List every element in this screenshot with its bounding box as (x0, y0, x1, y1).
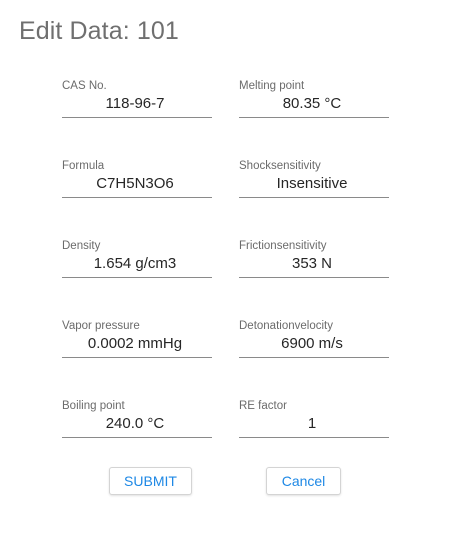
shocksensitivity-input[interactable] (239, 173, 385, 193)
density-field: Density (62, 239, 212, 278)
vapor-pressure-input[interactable] (62, 333, 208, 353)
detonationvelocity-label: Detonationvelocity (239, 320, 333, 332)
melting-point-label: Melting point (239, 80, 305, 92)
re-factor-label: RE factor (239, 400, 287, 412)
frictionsensitivity-field: Frictionsensitivity (239, 239, 389, 278)
formula-label: Formula (62, 160, 105, 172)
cas-no-field: CAS No. (62, 79, 212, 118)
re-factor-input[interactable] (239, 413, 385, 433)
frictionsensitivity-input[interactable] (239, 253, 385, 273)
formula-input[interactable] (62, 173, 208, 193)
detonationvelocity-input[interactable] (239, 333, 385, 353)
frictionsensitivity-label: Frictionsensitivity (239, 240, 327, 252)
density-input[interactable] (62, 253, 208, 273)
boiling-point-field: Boiling point (62, 399, 212, 438)
submit-button[interactable]: SUBMIT (109, 467, 192, 495)
boiling-point-input[interactable] (62, 413, 208, 433)
vapor-pressure-field: Vapor pressure (62, 319, 212, 358)
density-label: Density (62, 240, 101, 252)
melting-point-field: Melting point (239, 79, 389, 118)
shocksensitivity-field: Shocksensitivity (239, 159, 389, 198)
vapor-pressure-label: Vapor pressure (62, 320, 140, 332)
cas-no-label: CAS No. (62, 80, 107, 92)
boiling-point-label: Boiling point (62, 400, 125, 412)
melting-point-input[interactable] (239, 93, 385, 113)
cancel-button[interactable]: Cancel (266, 467, 341, 495)
edit-data-dialog: Edit Data: 101 CAS No. Melting point For… (0, 0, 454, 539)
detonationvelocity-field: Detonationvelocity (239, 319, 389, 358)
shocksensitivity-label: Shocksensitivity (239, 160, 321, 172)
dialog-title: Edit Data: 101 (19, 17, 179, 45)
formula-field: Formula (62, 159, 212, 198)
cas-no-input[interactable] (62, 93, 208, 113)
re-factor-field: RE factor (239, 399, 389, 438)
